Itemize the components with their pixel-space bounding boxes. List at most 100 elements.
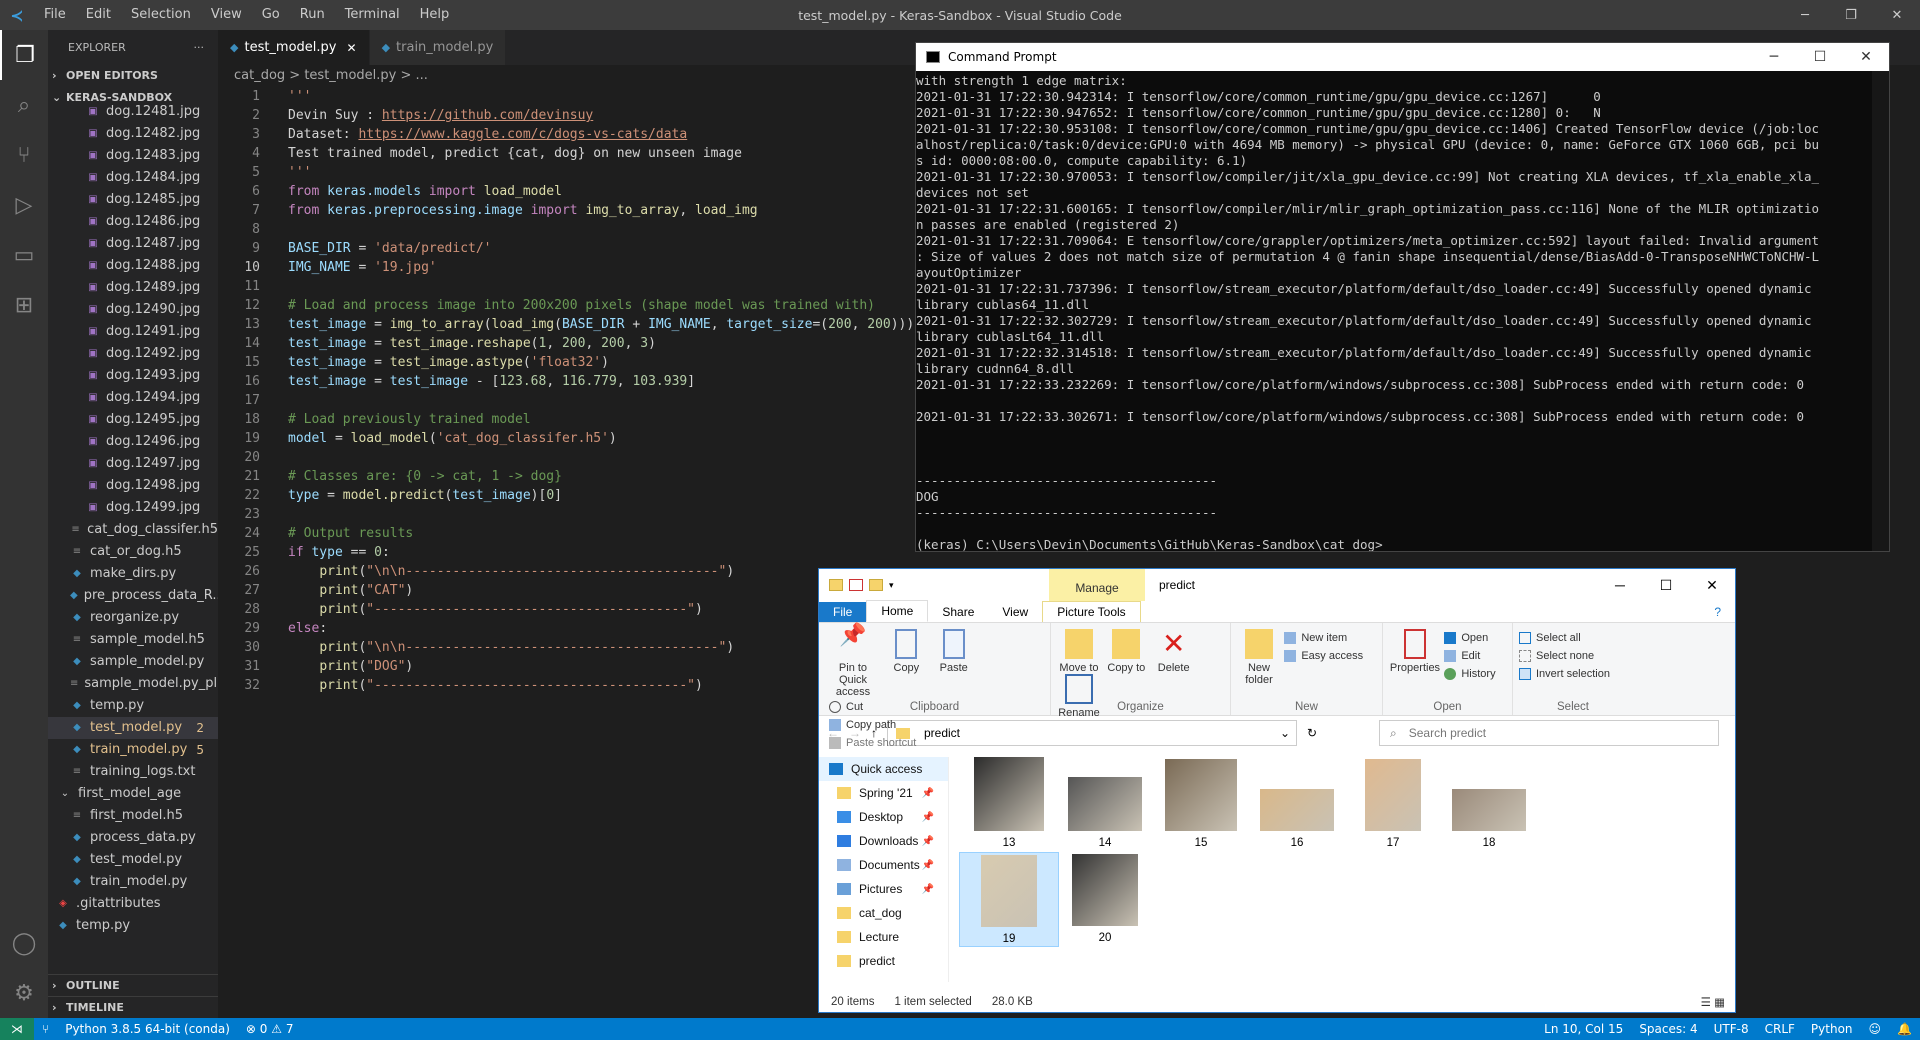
code-line[interactable]: 28 print("------------------------------… xyxy=(218,600,914,619)
tree-item[interactable]: ◆ train_model.py xyxy=(48,871,218,893)
code-line[interactable]: 27 print("CAT") xyxy=(218,581,914,600)
menu-file[interactable]: File xyxy=(34,0,76,30)
tree-item[interactable]: ◆ test_model.py xyxy=(48,849,218,871)
tree-item[interactable]: ▣ dog.12486.jpg xyxy=(48,211,218,233)
python-interpreter[interactable]: Python 3.8.5 64-bit (conda) xyxy=(57,1022,238,1036)
close-icon[interactable]: ✕ xyxy=(1689,569,1735,601)
refresh-icon[interactable]: ↻ xyxy=(1307,726,1317,740)
code-line[interactable]: 11 xyxy=(218,277,914,296)
menu-view[interactable]: View xyxy=(201,0,252,30)
image-thumbnail[interactable]: 18 xyxy=(1439,757,1539,852)
pin-quick-access-button[interactable]: 📌 Pin to Quick access xyxy=(825,624,881,699)
code-line[interactable]: 1 ''' xyxy=(218,87,914,106)
code-line[interactable]: 20 xyxy=(218,448,914,467)
properties-button[interactable]: Properties xyxy=(1389,629,1441,674)
tree-item[interactable]: ◆ temp.py xyxy=(48,695,218,717)
help-icon[interactable]: ? xyxy=(1700,602,1735,622)
paste-button[interactable]: Paste xyxy=(932,629,976,674)
view-toggle-icon[interactable]: ☰ ▦ xyxy=(1701,995,1725,1009)
tree-item[interactable]: ▣ dog.12492.jpg xyxy=(48,343,218,365)
run-debug-icon[interactable]: ▷ xyxy=(0,180,48,230)
nav-item[interactable]: Spring '21 📌 xyxy=(819,781,948,805)
tree-item[interactable]: ⌄ first_model_age xyxy=(48,783,218,805)
tree-item[interactable]: ▣ dog.12490.jpg xyxy=(48,299,218,321)
menu-edit[interactable]: Edit xyxy=(76,0,121,30)
explorer-icon[interactable]: ❐ xyxy=(0,30,48,80)
account-icon[interactable]: ◯ xyxy=(0,918,48,968)
tree-item[interactable]: ▣ dog.12495.jpg xyxy=(48,409,218,431)
tree-item[interactable]: ◈ .gitattributes xyxy=(48,893,218,915)
close-icon[interactable]: ✕ xyxy=(1874,0,1920,30)
tree-item[interactable]: ▣ dog.12493.jpg xyxy=(48,365,218,387)
tree-item[interactable]: ◆ sample_model.py xyxy=(48,651,218,673)
tree-item[interactable]: ≡ training_logs.txt xyxy=(48,761,218,783)
maximize-icon[interactable]: ☐ xyxy=(1643,569,1689,601)
tree-item[interactable]: ≡ cat_dog_classifer.h5 xyxy=(48,519,218,541)
tree-item[interactable]: ▣ dog.12489.jpg xyxy=(48,277,218,299)
nav-item[interactable]: Documents 📌 xyxy=(819,853,948,877)
edit-button[interactable]: Edit xyxy=(1444,647,1495,665)
outline-section[interactable]: › OUTLINE xyxy=(48,974,218,997)
code-line[interactable]: 14 test_image = test_image.reshape(1, 200… xyxy=(218,334,914,353)
select-all-button[interactable]: Select all xyxy=(1519,629,1627,647)
minimize-icon[interactable]: ─ xyxy=(1597,569,1643,601)
chevron-down-icon[interactable]: ▾ xyxy=(889,580,894,591)
image-thumbnail[interactable]: 20 xyxy=(1055,852,1155,947)
code-line[interactable]: 6 from keras.models import load_model xyxy=(218,182,914,201)
tab-file[interactable]: File xyxy=(819,602,867,622)
nav-item[interactable]: Desktop 📌 xyxy=(819,805,948,829)
nav-item[interactable]: Downloads 📌 xyxy=(819,829,948,853)
notifications-icon[interactable]: 🔔 xyxy=(1889,1022,1920,1036)
tree-item[interactable]: ▣ dog.12487.jpg xyxy=(48,233,218,255)
search-icon[interactable]: ⌕ xyxy=(0,80,48,130)
menu-terminal[interactable]: Terminal xyxy=(335,0,410,30)
tree-item[interactable]: ▣ dog.12483.jpg xyxy=(48,145,218,167)
maximize-icon[interactable]: ☐ xyxy=(1797,49,1843,65)
tab-home[interactable]: Home xyxy=(866,600,929,622)
code-line[interactable]: 25 if type == 0: xyxy=(218,543,914,562)
code-line[interactable]: 15 test_image = test_image.astype('float3… xyxy=(218,353,914,372)
copy-path-button[interactable]: Copy path xyxy=(829,716,916,734)
extensions-icon[interactable]: ⊞ xyxy=(0,280,48,330)
open-button[interactable]: Open xyxy=(1444,629,1495,647)
code-line[interactable]: 16 test_image = test_image - [123.68, 116… xyxy=(218,372,914,391)
more-actions-icon[interactable]: ··· xyxy=(194,41,205,54)
tree-item[interactable]: ▣ dog.12491.jpg xyxy=(48,321,218,343)
tree-item[interactable]: ◆ train_model.py 5 xyxy=(48,739,218,761)
code-line[interactable]: 4 Test trained model, predict {cat, dog} … xyxy=(218,144,914,163)
tree-item[interactable]: ▣ dog.12485.jpg xyxy=(48,189,218,211)
image-thumbnail[interactable]: 19 xyxy=(959,852,1059,947)
code-line[interactable]: 9 BASE_DIR = 'data/predict/' xyxy=(218,239,914,258)
indentation[interactable]: Spaces: 4 xyxy=(1631,1022,1705,1036)
code-line[interactable]: 3 Dataset: https://www.kaggle.com/c/dogs-… xyxy=(218,125,914,144)
tree-item[interactable]: ≡ sample_model.py_pl... xyxy=(48,673,218,695)
easy-access-button[interactable]: Easy access xyxy=(1284,647,1363,665)
image-thumbnail[interactable]: 15 xyxy=(1151,757,1251,852)
code-line[interactable]: 17 xyxy=(218,391,914,410)
menu-selection[interactable]: Selection xyxy=(121,0,201,30)
image-thumbnail[interactable]: 16 xyxy=(1247,757,1347,852)
tab-test-model[interactable]: ◆ test_model.py ✕ xyxy=(218,30,370,65)
code-line[interactable]: 24 # Output results xyxy=(218,524,914,543)
source-control-icon[interactable]: ⑂ xyxy=(0,130,48,180)
code-line[interactable]: 22 type = model.predict(test_image)[0] xyxy=(218,486,914,505)
code-line[interactable]: 30 print("\n\n--------------------------… xyxy=(218,638,914,657)
tab-view[interactable]: View xyxy=(988,602,1042,622)
tree-item[interactable]: ▣ dog.12498.jpg xyxy=(48,475,218,497)
address-bar[interactable]: predict ⌄ xyxy=(887,720,1297,746)
gear-icon[interactable]: ⚙ xyxy=(0,968,48,1018)
image-thumbnail[interactable]: 17 xyxy=(1343,757,1443,852)
tree-item[interactable]: ▣ dog.12484.jpg xyxy=(48,167,218,189)
nav-item[interactable]: predict xyxy=(819,949,948,973)
code-line[interactable]: 13 test_image = img_to_array(load_img(BAS… xyxy=(218,315,914,334)
code-line[interactable]: 31 print("DOG") xyxy=(218,657,914,676)
tree-item[interactable]: ▣ dog.12499.jpg xyxy=(48,497,218,519)
code-line[interactable]: 23 xyxy=(218,505,914,524)
menu-run[interactable]: Run xyxy=(290,0,335,30)
timeline-section[interactable]: › TIMELINE xyxy=(48,996,218,1018)
image-thumbnail[interactable]: 13 xyxy=(959,757,1059,852)
new-folder-icon[interactable] xyxy=(869,579,883,591)
code-line[interactable]: 29 else: xyxy=(218,619,914,638)
manage-tab[interactable]: Manage xyxy=(1049,569,1145,601)
image-thumbnail[interactable]: 14 xyxy=(1055,757,1155,852)
